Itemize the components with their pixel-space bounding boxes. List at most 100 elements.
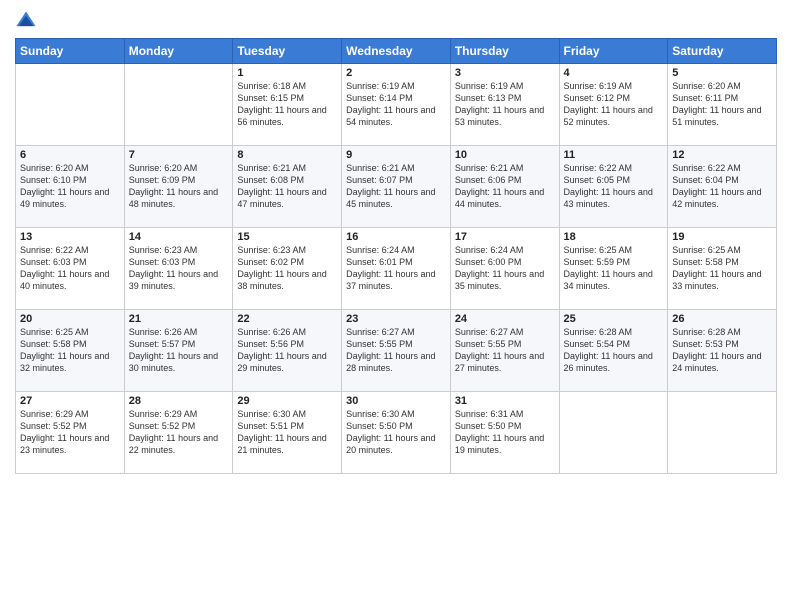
weekday-header-wednesday: Wednesday <box>342 39 451 64</box>
calendar-cell: 29Sunrise: 6:30 AMSunset: 5:51 PMDayligh… <box>233 392 342 474</box>
day-number: 23 <box>346 313 446 325</box>
calendar-cell: 12Sunrise: 6:22 AMSunset: 6:04 PMDayligh… <box>668 146 777 228</box>
calendar-table: SundayMondayTuesdayWednesdayThursdayFrid… <box>15 38 777 474</box>
calendar-cell: 17Sunrise: 6:24 AMSunset: 6:00 PMDayligh… <box>450 228 559 310</box>
calendar-cell: 31Sunrise: 6:31 AMSunset: 5:50 PMDayligh… <box>450 392 559 474</box>
day-info: Sunrise: 6:30 AMSunset: 5:51 PMDaylight:… <box>237 408 337 457</box>
calendar-cell: 20Sunrise: 6:25 AMSunset: 5:58 PMDayligh… <box>16 310 125 392</box>
day-info: Sunrise: 6:21 AMSunset: 6:07 PMDaylight:… <box>346 162 446 211</box>
day-number: 9 <box>346 149 446 161</box>
weekday-header-sunday: Sunday <box>16 39 125 64</box>
day-info: Sunrise: 6:25 AMSunset: 5:59 PMDaylight:… <box>564 244 664 293</box>
header <box>15 10 777 32</box>
day-info: Sunrise: 6:25 AMSunset: 5:58 PMDaylight:… <box>672 244 772 293</box>
calendar-cell: 7Sunrise: 6:20 AMSunset: 6:09 PMDaylight… <box>124 146 233 228</box>
calendar-cell: 15Sunrise: 6:23 AMSunset: 6:02 PMDayligh… <box>233 228 342 310</box>
calendar-cell: 19Sunrise: 6:25 AMSunset: 5:58 PMDayligh… <box>668 228 777 310</box>
calendar-cell: 16Sunrise: 6:24 AMSunset: 6:01 PMDayligh… <box>342 228 451 310</box>
week-row-1: 6Sunrise: 6:20 AMSunset: 6:10 PMDaylight… <box>16 146 777 228</box>
day-info: Sunrise: 6:28 AMSunset: 5:53 PMDaylight:… <box>672 326 772 375</box>
day-number: 14 <box>129 231 229 243</box>
day-info: Sunrise: 6:20 AMSunset: 6:09 PMDaylight:… <box>129 162 229 211</box>
weekday-header-friday: Friday <box>559 39 668 64</box>
day-number: 25 <box>564 313 664 325</box>
logo <box>15 10 41 32</box>
calendar-cell <box>16 64 125 146</box>
day-number: 28 <box>129 395 229 407</box>
day-number: 10 <box>455 149 555 161</box>
calendar-cell: 25Sunrise: 6:28 AMSunset: 5:54 PMDayligh… <box>559 310 668 392</box>
day-number: 20 <box>20 313 120 325</box>
calendar-cell: 11Sunrise: 6:22 AMSunset: 6:05 PMDayligh… <box>559 146 668 228</box>
day-info: Sunrise: 6:20 AMSunset: 6:11 PMDaylight:… <box>672 80 772 129</box>
day-number: 19 <box>672 231 772 243</box>
weekday-header-tuesday: Tuesday <box>233 39 342 64</box>
page: SundayMondayTuesdayWednesdayThursdayFrid… <box>0 0 792 612</box>
calendar-cell: 14Sunrise: 6:23 AMSunset: 6:03 PMDayligh… <box>124 228 233 310</box>
day-number: 18 <box>564 231 664 243</box>
calendar-cell: 8Sunrise: 6:21 AMSunset: 6:08 PMDaylight… <box>233 146 342 228</box>
day-info: Sunrise: 6:25 AMSunset: 5:58 PMDaylight:… <box>20 326 120 375</box>
calendar-cell: 23Sunrise: 6:27 AMSunset: 5:55 PMDayligh… <box>342 310 451 392</box>
calendar-cell: 28Sunrise: 6:29 AMSunset: 5:52 PMDayligh… <box>124 392 233 474</box>
calendar-cell: 21Sunrise: 6:26 AMSunset: 5:57 PMDayligh… <box>124 310 233 392</box>
day-info: Sunrise: 6:27 AMSunset: 5:55 PMDaylight:… <box>455 326 555 375</box>
calendar-cell <box>559 392 668 474</box>
day-info: Sunrise: 6:22 AMSunset: 6:04 PMDaylight:… <box>672 162 772 211</box>
week-row-0: 1Sunrise: 6:18 AMSunset: 6:15 PMDaylight… <box>16 64 777 146</box>
day-number: 13 <box>20 231 120 243</box>
day-info: Sunrise: 6:27 AMSunset: 5:55 PMDaylight:… <box>346 326 446 375</box>
day-number: 16 <box>346 231 446 243</box>
day-info: Sunrise: 6:19 AMSunset: 6:12 PMDaylight:… <box>564 80 664 129</box>
day-info: Sunrise: 6:26 AMSunset: 5:57 PMDaylight:… <box>129 326 229 375</box>
calendar-cell: 30Sunrise: 6:30 AMSunset: 5:50 PMDayligh… <box>342 392 451 474</box>
day-number: 26 <box>672 313 772 325</box>
day-number: 12 <box>672 149 772 161</box>
logo-icon <box>15 10 37 32</box>
day-number: 17 <box>455 231 555 243</box>
calendar-cell: 18Sunrise: 6:25 AMSunset: 5:59 PMDayligh… <box>559 228 668 310</box>
day-info: Sunrise: 6:21 AMSunset: 6:08 PMDaylight:… <box>237 162 337 211</box>
calendar-cell: 1Sunrise: 6:18 AMSunset: 6:15 PMDaylight… <box>233 64 342 146</box>
calendar-cell: 24Sunrise: 6:27 AMSunset: 5:55 PMDayligh… <box>450 310 559 392</box>
calendar-cell: 2Sunrise: 6:19 AMSunset: 6:14 PMDaylight… <box>342 64 451 146</box>
day-info: Sunrise: 6:30 AMSunset: 5:50 PMDaylight:… <box>346 408 446 457</box>
week-row-3: 20Sunrise: 6:25 AMSunset: 5:58 PMDayligh… <box>16 310 777 392</box>
day-info: Sunrise: 6:29 AMSunset: 5:52 PMDaylight:… <box>20 408 120 457</box>
calendar-cell: 27Sunrise: 6:29 AMSunset: 5:52 PMDayligh… <box>16 392 125 474</box>
day-number: 24 <box>455 313 555 325</box>
day-number: 22 <box>237 313 337 325</box>
day-info: Sunrise: 6:19 AMSunset: 6:14 PMDaylight:… <box>346 80 446 129</box>
week-row-4: 27Sunrise: 6:29 AMSunset: 5:52 PMDayligh… <box>16 392 777 474</box>
calendar-cell: 10Sunrise: 6:21 AMSunset: 6:06 PMDayligh… <box>450 146 559 228</box>
day-number: 31 <box>455 395 555 407</box>
day-number: 15 <box>237 231 337 243</box>
day-info: Sunrise: 6:22 AMSunset: 6:05 PMDaylight:… <box>564 162 664 211</box>
day-info: Sunrise: 6:31 AMSunset: 5:50 PMDaylight:… <box>455 408 555 457</box>
day-number: 27 <box>20 395 120 407</box>
calendar-cell: 13Sunrise: 6:22 AMSunset: 6:03 PMDayligh… <box>16 228 125 310</box>
day-info: Sunrise: 6:23 AMSunset: 6:03 PMDaylight:… <box>129 244 229 293</box>
day-info: Sunrise: 6:23 AMSunset: 6:02 PMDaylight:… <box>237 244 337 293</box>
day-number: 3 <box>455 67 555 79</box>
day-number: 2 <box>346 67 446 79</box>
calendar-cell: 3Sunrise: 6:19 AMSunset: 6:13 PMDaylight… <box>450 64 559 146</box>
day-number: 11 <box>564 149 664 161</box>
day-info: Sunrise: 6:21 AMSunset: 6:06 PMDaylight:… <box>455 162 555 211</box>
day-number: 5 <box>672 67 772 79</box>
calendar-cell: 5Sunrise: 6:20 AMSunset: 6:11 PMDaylight… <box>668 64 777 146</box>
weekday-header-saturday: Saturday <box>668 39 777 64</box>
day-info: Sunrise: 6:26 AMSunset: 5:56 PMDaylight:… <box>237 326 337 375</box>
day-number: 4 <box>564 67 664 79</box>
day-info: Sunrise: 6:22 AMSunset: 6:03 PMDaylight:… <box>20 244 120 293</box>
calendar-cell <box>124 64 233 146</box>
day-info: Sunrise: 6:24 AMSunset: 6:01 PMDaylight:… <box>346 244 446 293</box>
day-info: Sunrise: 6:24 AMSunset: 6:00 PMDaylight:… <box>455 244 555 293</box>
day-info: Sunrise: 6:19 AMSunset: 6:13 PMDaylight:… <box>455 80 555 129</box>
week-row-2: 13Sunrise: 6:22 AMSunset: 6:03 PMDayligh… <box>16 228 777 310</box>
day-number: 1 <box>237 67 337 79</box>
calendar-cell: 9Sunrise: 6:21 AMSunset: 6:07 PMDaylight… <box>342 146 451 228</box>
day-number: 7 <box>129 149 229 161</box>
calendar-cell <box>668 392 777 474</box>
calendar-cell: 6Sunrise: 6:20 AMSunset: 6:10 PMDaylight… <box>16 146 125 228</box>
